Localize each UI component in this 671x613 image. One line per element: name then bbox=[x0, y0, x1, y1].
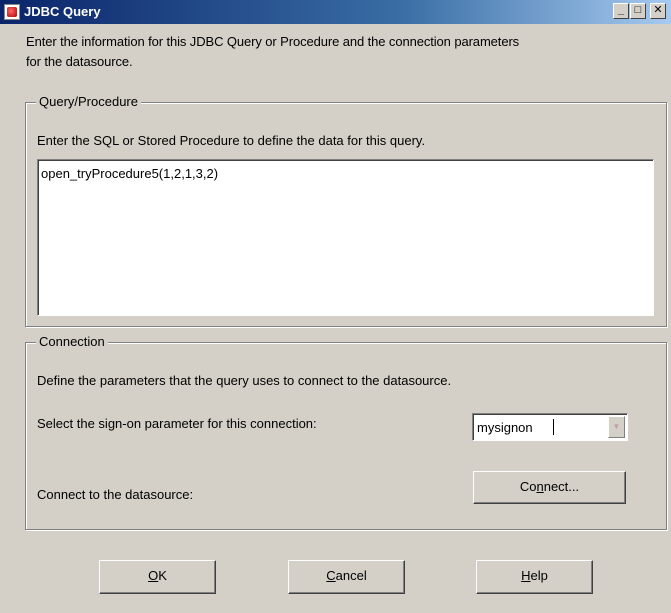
signon-label: Select the sign-on parameter for this co… bbox=[37, 416, 317, 431]
help-button[interactable]: Help bbox=[476, 560, 593, 594]
connection-group: Connection Define the parameters that th… bbox=[25, 334, 667, 530]
cancel-button[interactable]: Cancel bbox=[288, 560, 405, 594]
cancel-mnemonic: C bbox=[326, 568, 336, 583]
chevron-down-icon[interactable]: ▼ bbox=[608, 416, 625, 438]
help-mnemonic: H bbox=[521, 568, 531, 583]
connection-group-title: Connection bbox=[36, 334, 108, 350]
intro-text: Enter the information for this JDBC Quer… bbox=[26, 32, 666, 72]
help-label-rest: elp bbox=[530, 568, 548, 583]
sql-textarea[interactable]: open_tryProcedure5(1,2,1,3,2) bbox=[37, 159, 654, 316]
minimize-button[interactable]: _ bbox=[613, 3, 629, 19]
signon-value[interactable]: mysignon bbox=[477, 420, 533, 435]
java-cup-icon bbox=[4, 4, 20, 20]
connect-label-part2: nect... bbox=[543, 479, 580, 494]
query-description: Enter the SQL or Stored Procedure to def… bbox=[37, 133, 426, 148]
query-group-title: Query/Procedure bbox=[36, 94, 141, 110]
cancel-label-rest: ancel bbox=[335, 568, 367, 583]
close-button[interactable]: ✕ bbox=[650, 3, 666, 19]
intro-line-2: for the datasource. bbox=[26, 54, 133, 69]
text-caret bbox=[553, 419, 554, 435]
maximize-button[interactable]: □ bbox=[630, 3, 646, 19]
title-bar[interactable]: JDBC Query _ □ ✕ bbox=[0, 0, 671, 24]
connect-button[interactable]: Connect... bbox=[473, 471, 626, 504]
intro-line-1: Enter the information for this JDBC Quer… bbox=[26, 34, 520, 49]
connect-label: Connect to the datasource: bbox=[37, 487, 194, 502]
ok-button[interactable]: OK bbox=[99, 560, 216, 594]
connect-label-part1: Co bbox=[519, 479, 537, 494]
ok-mnemonic: O bbox=[148, 568, 159, 583]
query-procedure-group: Query/Procedure Enter the SQL or Stored … bbox=[25, 94, 667, 327]
ok-label-rest: K bbox=[158, 568, 167, 583]
connection-description: Define the parameters that the query use… bbox=[37, 373, 452, 388]
signon-combo[interactable]: mysignon ▼ bbox=[472, 413, 628, 441]
connect-mnemonic: n bbox=[536, 479, 544, 494]
window-title: JDBC Query bbox=[24, 4, 101, 19]
